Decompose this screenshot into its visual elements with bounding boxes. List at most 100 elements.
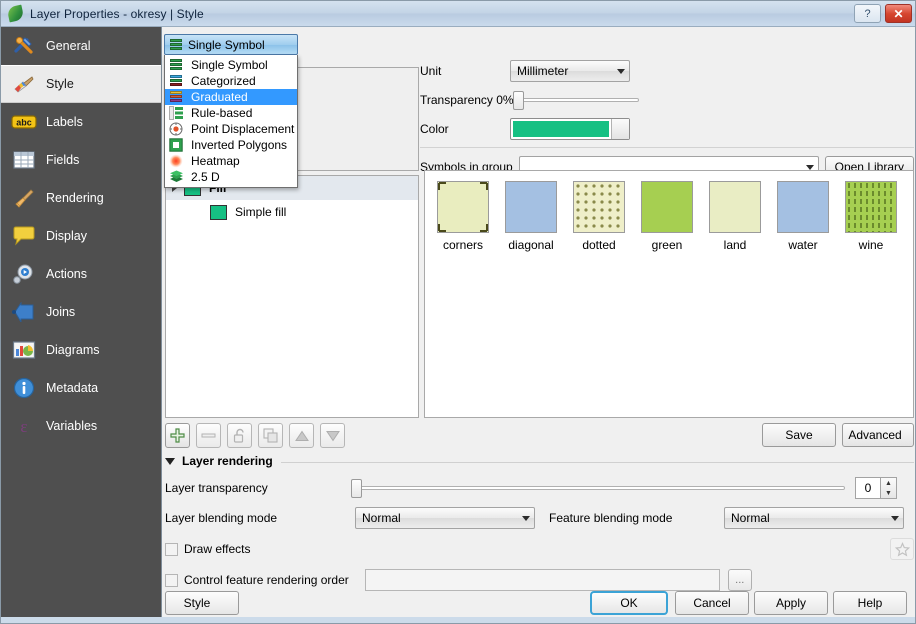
- layer-rendering-title: Layer rendering: [182, 454, 273, 468]
- symbol-layer-toolbar: [165, 423, 345, 448]
- renderer-option-single-symbol[interactable]: Single Symbol: [165, 57, 297, 73]
- feature-blending-combobox[interactable]: Normal: [724, 507, 904, 529]
- sidebar-item-style[interactable]: Style: [1, 65, 161, 103]
- control-order-row: Control feature rendering order ...: [165, 567, 914, 593]
- advanced-button[interactable]: Advanced: [842, 423, 914, 447]
- gallery-item-label: green: [651, 238, 683, 252]
- gallery-swatch-green[interactable]: [641, 181, 693, 233]
- status-bar: [1, 617, 915, 623]
- star-icon: [894, 541, 910, 557]
- renderer-option-graduated[interactable]: Graduated: [165, 89, 297, 105]
- help-titlebar-button[interactable]: ?: [854, 4, 881, 23]
- layer-blending-combobox[interactable]: Normal: [355, 507, 535, 529]
- renderer-option-heatmap[interactable]: Heatmap: [165, 153, 297, 169]
- sidebar-item-fields[interactable]: Fields: [1, 141, 161, 179]
- symbol-gallery: corners diagonal dotted green land water…: [424, 170, 914, 418]
- sidebar-item-variables[interactable]: ε Variables: [1, 407, 161, 445]
- sidebar-item-label: Labels: [46, 115, 83, 129]
- move-symbol-layer-up-button[interactable]: [289, 423, 314, 448]
- table-icon: [11, 147, 37, 173]
- gallery-swatch-water[interactable]: [777, 181, 829, 233]
- renderer-option-label: Rule-based: [191, 106, 253, 120]
- gallery-swatch-corners[interactable]: [437, 181, 489, 233]
- renderer-option-rule-based[interactable]: Rule-based: [165, 105, 297, 121]
- remove-symbol-layer-button[interactable]: [196, 423, 221, 448]
- sidebar-item-display[interactable]: Display: [1, 217, 161, 255]
- renderer-option-label: Categorized: [191, 74, 256, 88]
- add-symbol-layer-button[interactable]: [165, 423, 190, 448]
- sidebar-item-labels[interactable]: abc Labels: [1, 103, 161, 141]
- apply-button[interactable]: Apply: [754, 591, 828, 615]
- color-button[interactable]: [510, 118, 630, 140]
- control-order-checkbox[interactable]: [165, 573, 178, 587]
- renderer-option-2-5-d[interactable]: 2.5 D: [165, 169, 297, 185]
- gallery-item-label: water: [788, 238, 818, 252]
- layer-transparency-value[interactable]: 0: [855, 477, 881, 499]
- tools-icon: [11, 33, 37, 59]
- stepper-up-icon[interactable]: ▲: [881, 478, 896, 488]
- speech-bubble-icon: [11, 223, 37, 249]
- close-button[interactable]: ✕: [885, 4, 912, 23]
- gallery-item-label: dotted: [582, 238, 616, 252]
- style-menu-button[interactable]: Style: [165, 591, 239, 615]
- sidebar-item-rendering[interactable]: Rendering: [1, 179, 161, 217]
- gallery-item[interactable]: green: [638, 181, 696, 252]
- layer-transparency-stepper[interactable]: ▲ ▼: [881, 477, 897, 499]
- ok-button[interactable]: OK: [590, 591, 668, 615]
- renderer-combobox[interactable]: Single Symbol: [164, 34, 298, 55]
- control-order-field[interactable]: [364, 569, 720, 591]
- transparency-slider-handle[interactable]: [512, 91, 524, 110]
- title-bar: Layer Properties - okresy | Style ? ✕: [1, 1, 915, 27]
- transparency-slider[interactable]: [512, 91, 639, 110]
- sidebar-item-general[interactable]: General: [1, 27, 161, 65]
- properties-divider: [420, 147, 914, 148]
- sidebar-item-metadata[interactable]: Metadata: [1, 369, 161, 407]
- sidebar-item-diagrams[interactable]: Diagrams: [1, 331, 161, 369]
- control-order-label: Control feature rendering order: [184, 573, 349, 587]
- gallery-item[interactable]: water: [774, 181, 832, 252]
- gallery-item[interactable]: wine: [842, 181, 900, 252]
- layer-rendering-header[interactable]: Layer rendering: [165, 454, 914, 468]
- draw-effects-settings-button[interactable]: [890, 538, 914, 560]
- sidebar-item-label: Metadata: [46, 381, 99, 395]
- lock-icon: [233, 428, 244, 443]
- sidebar-item-joins[interactable]: Joins: [1, 293, 161, 331]
- gallery-swatch-land[interactable]: [709, 181, 761, 233]
- save-style-button[interactable]: Save: [762, 423, 836, 447]
- unit-combobox[interactable]: Millimeter: [510, 60, 630, 82]
- layer-transparency-label: Layer transparency: [165, 481, 268, 495]
- symbol-properties: Unit Millimeter Transparency 0% Color Sy…: [420, 60, 914, 178]
- control-order-browse-button[interactable]: ...: [727, 569, 752, 591]
- renderer-option-categorized[interactable]: Categorized: [165, 73, 297, 89]
- header-rule: [280, 461, 914, 463]
- gallery-item[interactable]: corners: [434, 181, 492, 252]
- renderer-option-inverted-polygons[interactable]: Inverted Polygons: [165, 137, 297, 153]
- gallery-item[interactable]: land: [706, 181, 764, 252]
- layer-transparency-slider[interactable]: [351, 479, 845, 498]
- help-button[interactable]: Help: [833, 591, 907, 615]
- lock-symbol-layer-button[interactable]: [227, 423, 252, 448]
- color-dropdown-button[interactable]: [611, 119, 629, 139]
- gallery-swatch-dotted[interactable]: [573, 181, 625, 233]
- layer-transparency-slider-handle[interactable]: [351, 479, 362, 498]
- gallery-swatch-wine[interactable]: [845, 181, 897, 233]
- gallery-swatch-diagonal[interactable]: [505, 181, 557, 233]
- blending-modes-row: Layer blending mode Normal Feature blend…: [165, 505, 914, 531]
- stepper-down-icon[interactable]: ▼: [881, 488, 896, 498]
- plus-icon: [170, 428, 185, 443]
- gallery-item-label: land: [723, 238, 747, 252]
- renderer-option-point-displacement[interactable]: Point Displacement: [165, 121, 297, 137]
- advanced-label: Advanced: [848, 428, 902, 442]
- sidebar-item-actions[interactable]: Actions: [1, 255, 161, 293]
- draw-effects-checkbox[interactable]: [165, 542, 178, 556]
- renderer-option-label: Single Symbol: [191, 58, 268, 72]
- collapse-triangle-icon[interactable]: [165, 457, 175, 465]
- symbol-tree-row-simple-fill[interactable]: Simple fill: [166, 200, 418, 224]
- duplicate-symbol-layer-button[interactable]: [258, 423, 283, 448]
- cancel-button[interactable]: Cancel: [675, 591, 749, 615]
- chevron-down-icon: [891, 515, 899, 521]
- unit-label: Unit: [420, 64, 442, 78]
- gallery-item[interactable]: diagonal: [502, 181, 560, 252]
- move-symbol-layer-down-button[interactable]: [320, 423, 345, 448]
- gallery-item[interactable]: dotted: [570, 181, 628, 252]
